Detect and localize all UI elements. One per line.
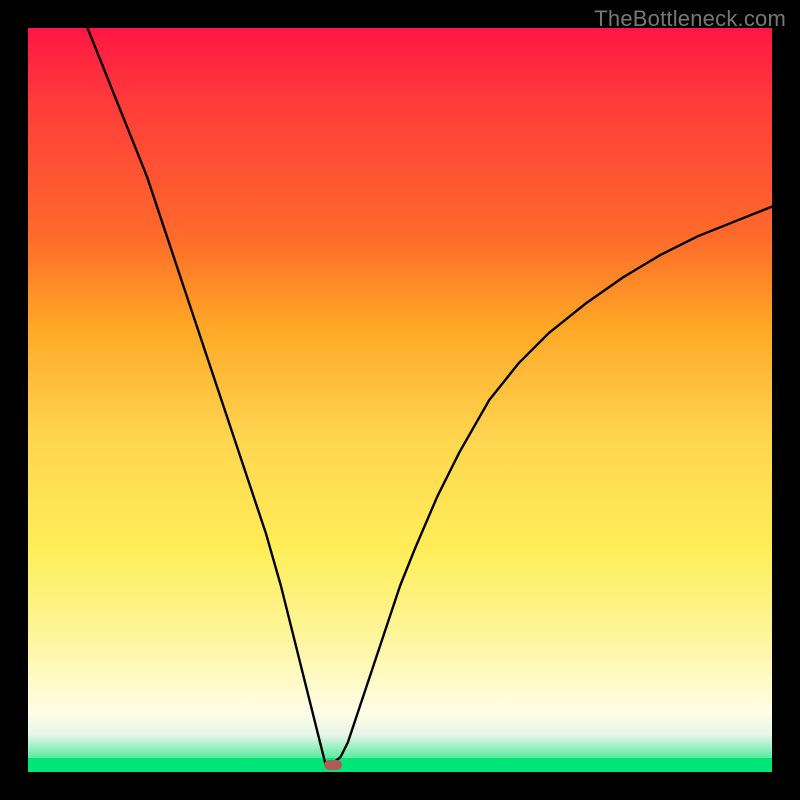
bottleneck-curve-path bbox=[88, 28, 772, 765]
bottleneck-curve-svg bbox=[28, 28, 772, 772]
gradient-plot-area bbox=[28, 28, 772, 772]
minimum-marker bbox=[324, 760, 342, 770]
chart-frame: TheBottleneck.com bbox=[0, 0, 800, 800]
